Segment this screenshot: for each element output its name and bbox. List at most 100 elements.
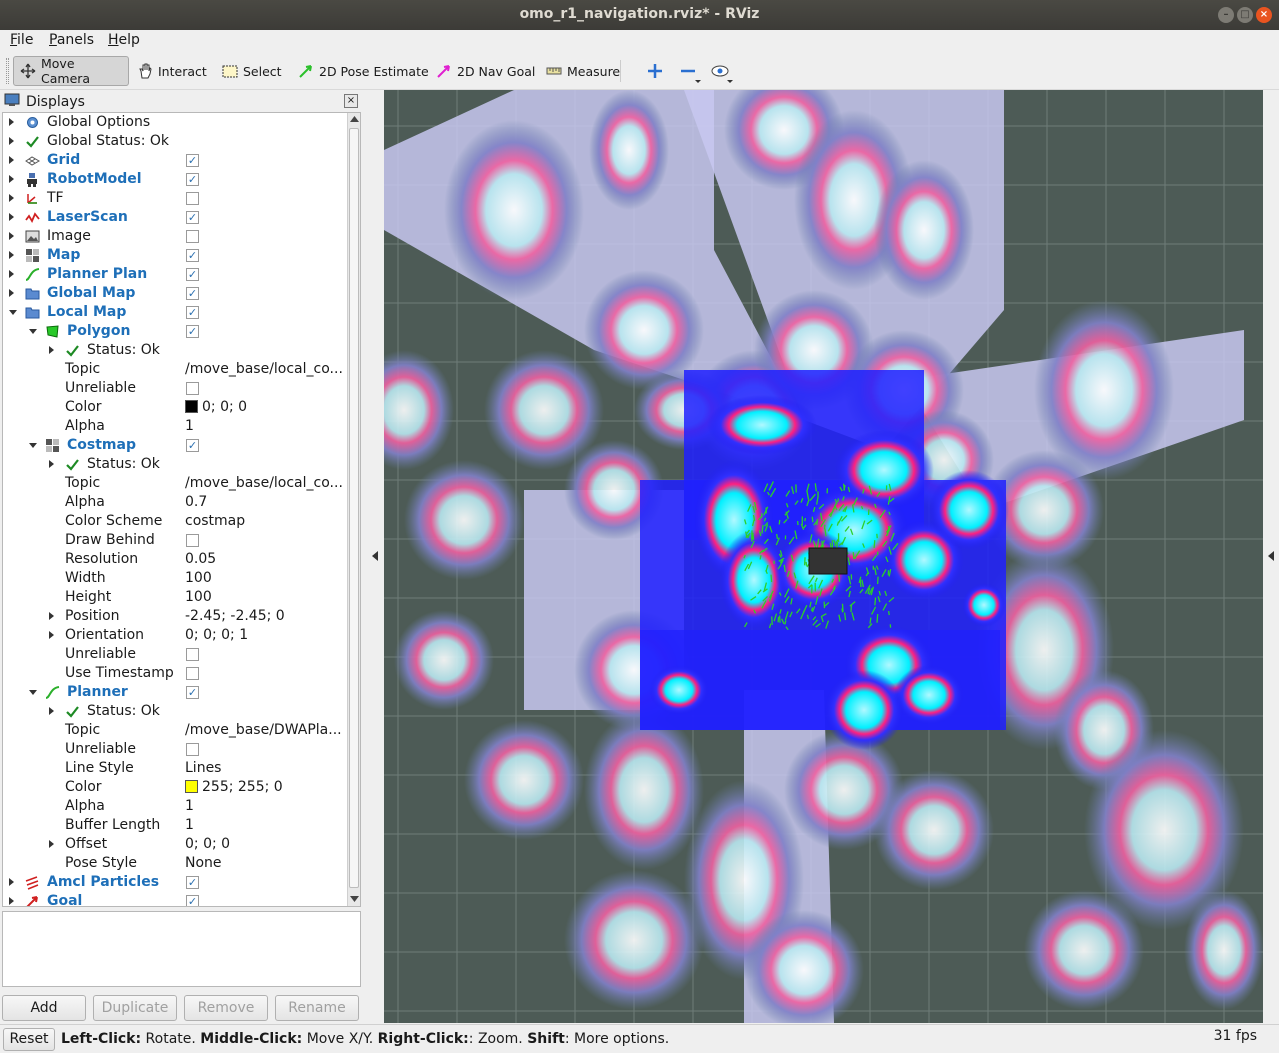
expand-right-icon[interactable] (49, 707, 54, 715)
tree-row[interactable]: Draw Behind (3, 531, 348, 550)
row-checkbox[interactable]: ✓ (186, 686, 199, 699)
row-checkbox[interactable]: ✓ (186, 268, 199, 281)
tree-row[interactable]: Image (3, 227, 348, 246)
row-value[interactable]: 100 (185, 589, 212, 605)
tree-row[interactable]: Unreliable (3, 645, 348, 664)
tree-row[interactable]: Amcl Particles ✓ (3, 873, 348, 892)
tree-row[interactable]: Status: Ok (3, 455, 348, 474)
row-value[interactable]: 1 (185, 798, 194, 814)
tree-row[interactable]: Position -2.45; -2.45; 0 (3, 607, 348, 626)
tree-row[interactable]: TF (3, 189, 348, 208)
tree-row[interactable]: Polygon ✓ (3, 322, 348, 341)
expand-right-icon[interactable] (9, 213, 14, 221)
tree-row[interactable]: Pose Style None (3, 854, 348, 873)
menu-file[interactable]: File (10, 32, 33, 48)
tree-row[interactable]: Topic/move_base/local_co... (3, 360, 348, 379)
row-checkbox[interactable] (186, 382, 199, 395)
row-value[interactable]: costmap (185, 513, 245, 529)
expand-right-icon[interactable] (9, 897, 14, 905)
expand-down-icon[interactable] (29, 443, 37, 448)
expand-right-icon[interactable] (9, 137, 14, 145)
row-checkbox[interactable]: ✓ (186, 439, 199, 452)
tree-row[interactable]: Unreliable (3, 740, 348, 759)
expand-right-icon[interactable] (49, 460, 54, 468)
reset-button[interactable]: Reset (3, 1028, 55, 1051)
row-checkbox[interactable] (186, 667, 199, 680)
tree-row[interactable]: Costmap ✓ (3, 436, 348, 455)
tree-row[interactable]: Buffer Length 1 (3, 816, 348, 835)
tree-row[interactable]: Status: Ok (3, 341, 348, 360)
add-button[interactable]: Add (2, 995, 86, 1021)
left-splitter[interactable] (364, 91, 384, 1021)
expand-down-icon[interactable] (29, 329, 37, 334)
add-tool-icon[interactable] (646, 62, 664, 84)
tree-row[interactable]: Width 100 (3, 569, 348, 588)
tree-row[interactable]: RobotModel ✓ (3, 170, 348, 189)
tree-row[interactable]: Height 100 (3, 588, 348, 607)
tree-row[interactable]: Topic/move_base/DWAPla... (3, 721, 348, 740)
expand-right-icon[interactable] (9, 118, 14, 126)
tree-row[interactable]: Resolution 0.05 (3, 550, 348, 569)
row-value[interactable]: 255; 255; 0 (185, 779, 283, 795)
nav-goal-button[interactable]: 2D Nav Goal (430, 56, 541, 86)
menu-panels[interactable]: Panels (49, 32, 94, 48)
tree-row[interactable]: Alpha 0.7 (3, 493, 348, 512)
displays-tree[interactable]: Global Options Global Status: Ok Grid ✓ Robo… (2, 112, 361, 907)
tree-row[interactable]: Goal ✓ (3, 892, 348, 906)
row-value[interactable]: None (185, 855, 222, 871)
row-value[interactable]: 0; 0; 0 (185, 399, 247, 415)
color-swatch[interactable] (185, 780, 198, 793)
scroll-down-icon[interactable] (350, 896, 359, 902)
row-value[interactable]: 0.05 (185, 551, 216, 567)
select-button[interactable]: Select (216, 56, 288, 86)
expand-right-icon[interactable] (9, 878, 14, 886)
tree-row[interactable]: Orientation 0; 0; 0; 1 (3, 626, 348, 645)
expand-right-icon[interactable] (9, 156, 14, 164)
tree-row[interactable]: Alpha 1 (3, 797, 348, 816)
tree-row[interactable]: Topic/move_base/local_co... (3, 474, 348, 493)
row-checkbox[interactable]: ✓ (186, 876, 199, 889)
expand-down-icon[interactable] (9, 310, 17, 315)
3d-viewport[interactable] (384, 90, 1263, 1023)
expand-right-icon[interactable] (9, 251, 14, 259)
tree-row[interactable]: Unreliable (3, 379, 348, 398)
tree-row[interactable]: Color 255; 255; 0 (3, 778, 348, 797)
remove-button[interactable]: Remove (184, 995, 268, 1021)
duplicate-button[interactable]: Duplicate (93, 995, 177, 1021)
row-value[interactable]: 1 (185, 418, 194, 434)
expand-right-icon[interactable] (49, 840, 54, 848)
expand-right-icon[interactable] (49, 612, 54, 620)
tree-row[interactable]: Planner ✓ (3, 683, 348, 702)
row-checkbox[interactable]: ✓ (186, 895, 199, 906)
row-value[interactable]: /move_base/local_co... (185, 361, 343, 377)
row-checkbox[interactable] (186, 230, 199, 243)
collapse-right-icon[interactable] (1268, 551, 1274, 561)
row-checkbox[interactable] (186, 648, 199, 661)
pose-estimate-button[interactable]: 2D Pose Estimate (292, 56, 435, 86)
tree-row[interactable]: Local Map ✓ (3, 303, 348, 322)
tree-row[interactable]: Status: Ok (3, 702, 348, 721)
tree-row[interactable]: Line Style Lines (3, 759, 348, 778)
right-splitter[interactable] (1263, 91, 1279, 1021)
tree-row[interactable]: Offset 0; 0; 0 (3, 835, 348, 854)
tree-row[interactable]: Planner Plan ✓ (3, 265, 348, 284)
close-panel-icon[interactable]: × (344, 94, 358, 108)
row-checkbox[interactable] (186, 743, 199, 756)
collapse-left-icon[interactable] (372, 551, 378, 561)
row-checkbox[interactable]: ✓ (186, 287, 199, 300)
row-value[interactable]: 0; 0; 0; 1 (185, 627, 248, 643)
row-checkbox[interactable]: ✓ (186, 154, 199, 167)
expand-right-icon[interactable] (9, 175, 14, 183)
row-checkbox[interactable]: ✓ (186, 249, 199, 262)
tree-row[interactable]: Use Timestamp (3, 664, 348, 683)
expand-right-icon[interactable] (9, 232, 14, 240)
row-checkbox[interactable]: ✓ (186, 306, 199, 319)
eye-tool-icon[interactable] (711, 62, 735, 88)
row-value[interactable]: 1 (185, 817, 194, 833)
interact-button[interactable]: Interact (131, 56, 213, 86)
expand-right-icon[interactable] (9, 194, 14, 202)
move-camera-button[interactable]: Move Camera (13, 56, 129, 86)
maximize-icon[interactable]: □ (1237, 7, 1253, 23)
tree-row[interactable]: Global Status: Ok (3, 132, 348, 151)
tree-row[interactable]: Grid ✓ (3, 151, 348, 170)
